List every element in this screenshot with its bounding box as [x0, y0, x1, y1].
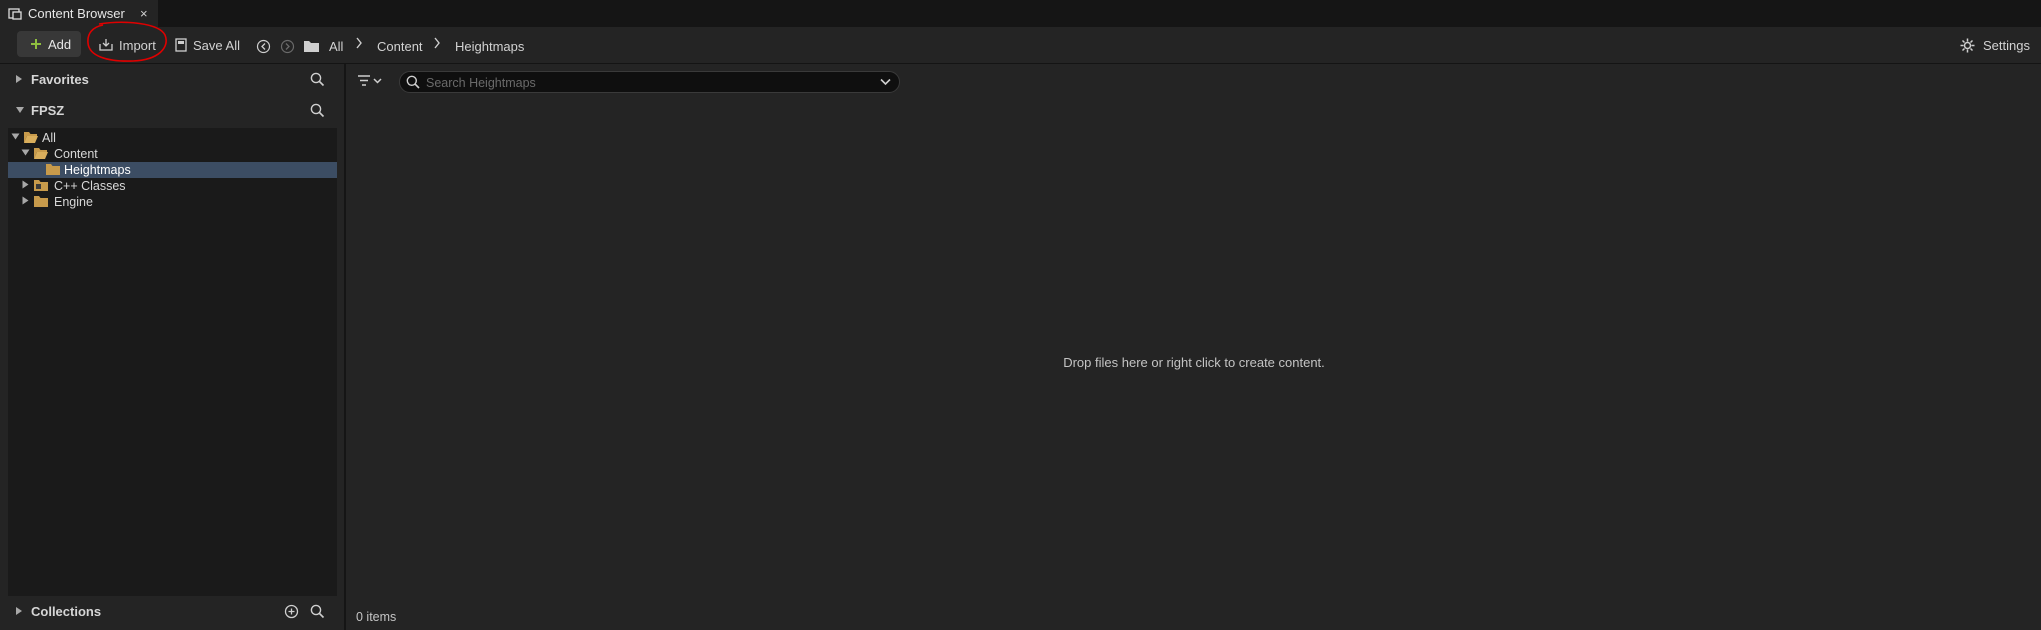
folder-tree: All Content Heightmaps C++ Classes Engin…	[8, 128, 337, 596]
chevron-right-icon	[355, 37, 363, 49]
tab-bar: Content Browser ×	[0, 0, 2041, 27]
add-button-label: Add	[48, 36, 72, 52]
plus-icon	[30, 38, 42, 50]
save-all-button-label: Save All	[193, 37, 240, 53]
tree-item-label: Content	[54, 147, 98, 161]
gear-icon	[1960, 38, 1975, 53]
settings-button[interactable]: Settings	[1960, 32, 2030, 58]
collapse-arrow-icon[interactable]	[21, 149, 30, 156]
filter-icon[interactable]	[357, 74, 383, 88]
save-all-button[interactable]: Save All	[175, 32, 240, 58]
tree-item-label: C++ Classes	[54, 179, 126, 193]
folder-icon[interactable]	[303, 33, 320, 59]
breadcrumb-content[interactable]: Content	[377, 39, 423, 54]
empty-state-message: Drop files here or right click to create…	[1063, 355, 1325, 370]
folder-icon	[45, 163, 61, 176]
add-collection-icon[interactable]	[284, 604, 299, 619]
chevron-right-icon	[433, 37, 441, 49]
collapse-arrow-icon[interactable]	[11, 133, 20, 140]
tree-item-cpp-classes[interactable]: C++ Classes	[8, 178, 337, 194]
collapse-arrow-icon[interactable]	[15, 106, 25, 114]
tree-item-label: Engine	[54, 195, 93, 209]
tab-title: Content Browser	[28, 6, 125, 21]
tree-item-all[interactable]: All	[8, 130, 337, 146]
favorites-title: Favorites	[31, 71, 89, 87]
toolbar: Add Import Save All All Content Heightma…	[0, 27, 2041, 64]
tree-item-engine[interactable]: Engine	[8, 194, 337, 210]
project-header[interactable]: FPSZ	[0, 95, 344, 125]
close-icon[interactable]: ×	[140, 6, 148, 21]
settings-label: Settings	[1983, 37, 2030, 53]
expand-arrow-icon[interactable]	[22, 196, 29, 205]
import-icon	[98, 38, 114, 52]
items-count: 0 items	[356, 610, 397, 624]
search-icon[interactable]	[310, 604, 325, 619]
tree-item-heightmaps[interactable]: Heightmaps	[8, 162, 337, 178]
search-input[interactable]	[424, 73, 868, 93]
asset-view-panel: Drop files here or right click to create…	[345, 64, 2041, 630]
import-button[interactable]: Import	[98, 32, 156, 58]
import-button-label: Import	[119, 37, 156, 53]
search-icon[interactable]	[310, 103, 325, 118]
tree-item-label: Heightmaps	[64, 163, 131, 177]
tab-content-browser[interactable]: Content Browser ×	[0, 0, 158, 27]
search-box[interactable]	[399, 71, 900, 93]
save-icon	[175, 38, 188, 52]
breadcrumb-heightmaps[interactable]: Heightmaps	[455, 39, 524, 54]
chevron-down-icon[interactable]	[880, 78, 891, 86]
cpp-folder-icon	[33, 179, 49, 192]
add-button[interactable]: Add	[17, 31, 81, 57]
collections-title: Collections	[31, 603, 102, 619]
tree-item-content[interactable]: Content	[8, 146, 337, 162]
expand-arrow-icon[interactable]	[22, 180, 29, 189]
collections-header[interactable]: Collections	[0, 596, 344, 626]
open-folder-icon	[33, 147, 49, 160]
expand-arrow-icon[interactable]	[15, 74, 23, 84]
open-folder-icon	[23, 131, 39, 144]
back-icon[interactable]	[256, 33, 271, 59]
folder-icon	[33, 195, 49, 208]
breadcrumb-all[interactable]: All	[329, 39, 343, 54]
search-icon	[406, 75, 420, 89]
search-icon[interactable]	[310, 72, 325, 87]
tree-item-label: All	[42, 131, 56, 145]
project-title: FPSZ	[31, 102, 65, 118]
forward-icon[interactable]	[280, 33, 295, 59]
favorites-header[interactable]: Favorites	[0, 64, 344, 94]
expand-arrow-icon[interactable]	[15, 606, 23, 616]
sources-panel: Favorites FPSZ All Content Heightmaps C+…	[0, 64, 344, 630]
content-browser-icon	[8, 7, 22, 20]
